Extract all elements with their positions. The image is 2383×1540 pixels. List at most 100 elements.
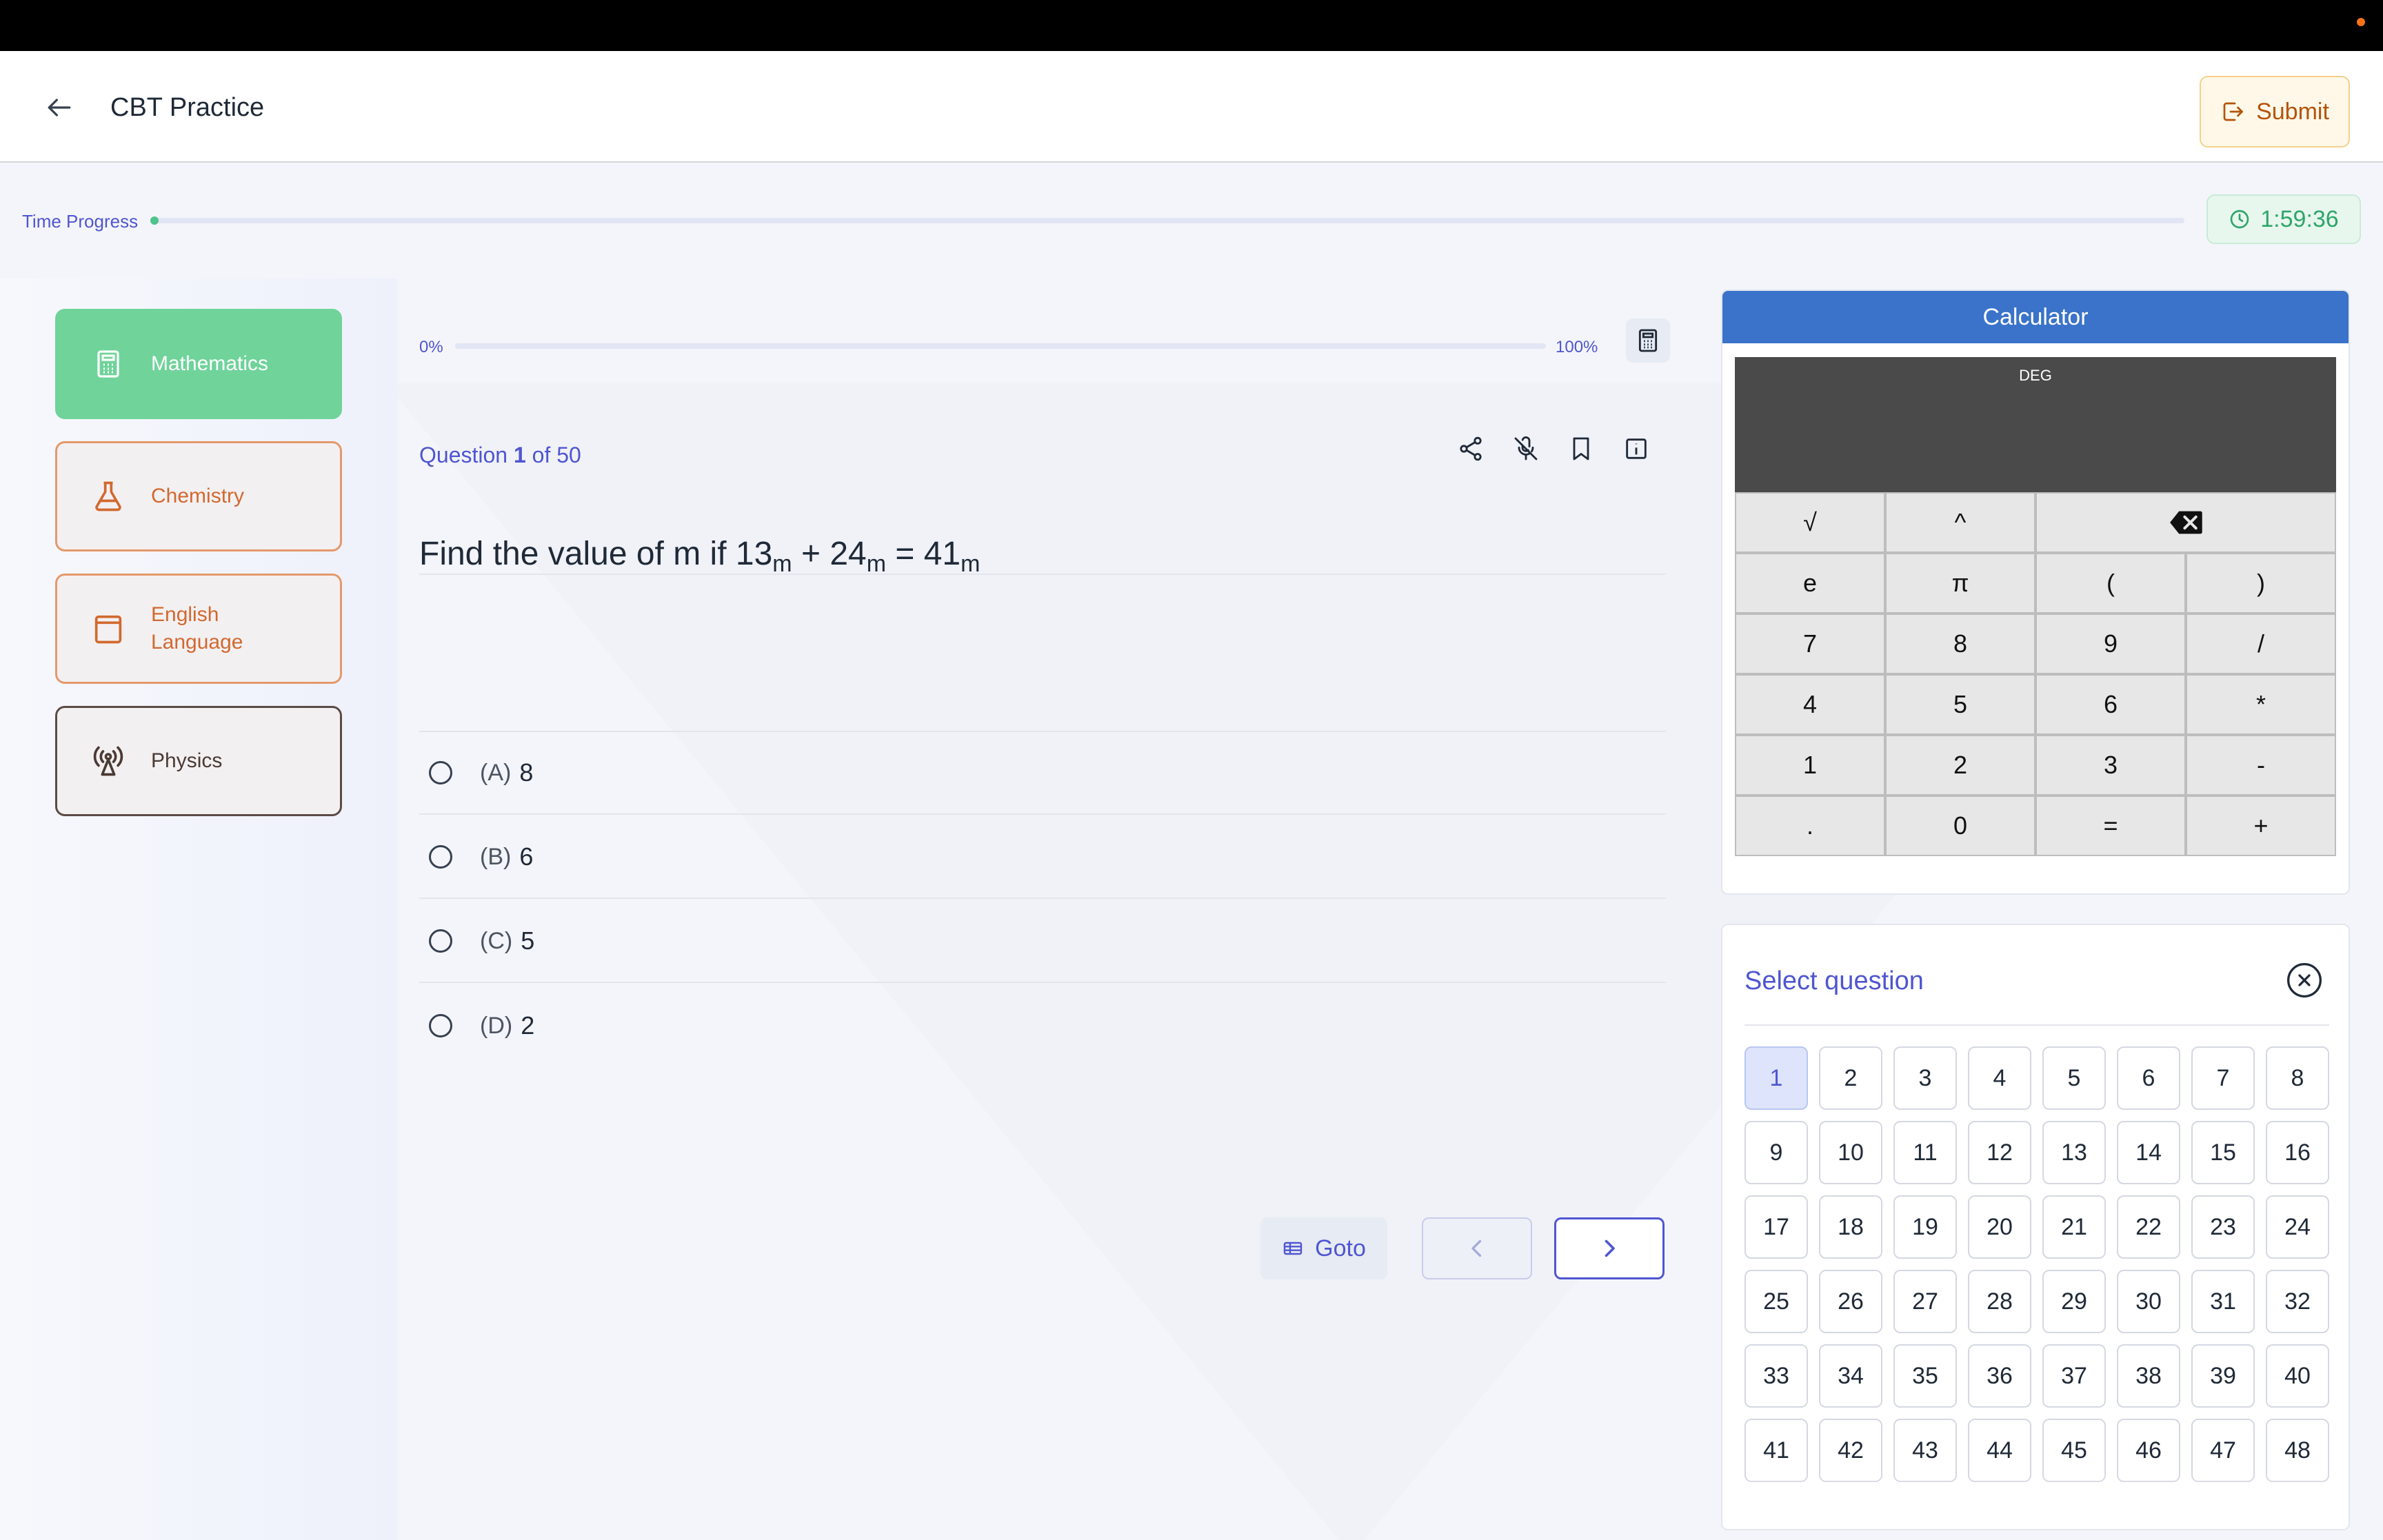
question-number-button[interactable]: 22	[2117, 1195, 2180, 1259]
close-button[interactable]	[2285, 961, 2324, 1000]
radio-button[interactable]	[429, 761, 452, 784]
option-value: 5	[521, 926, 535, 955]
submit-button[interactable]: Submit	[2200, 76, 2350, 148]
question-number-button[interactable]: 9	[1744, 1121, 1808, 1184]
question-number-button[interactable]: 23	[2191, 1195, 2255, 1259]
question-number-button[interactable]: 36	[1968, 1344, 2031, 1408]
question-number-button[interactable]: 7	[2191, 1046, 2255, 1110]
key-power[interactable]: ^	[1885, 492, 2035, 553]
question-number-button[interactable]: 31	[2191, 1270, 2255, 1333]
key-sqrt[interactable]: √	[1735, 492, 1885, 553]
key-subtract[interactable]: -	[2186, 735, 2336, 796]
question-number-button[interactable]: 1	[1744, 1046, 1808, 1110]
question-number-button[interactable]: 12	[1968, 1121, 2031, 1184]
key-0[interactable]: 0	[1885, 796, 2035, 856]
key-e[interactable]: e	[1735, 553, 1885, 614]
option-a[interactable]: (A) 8	[419, 732, 1666, 815]
question-number-button[interactable]: 35	[1893, 1344, 1957, 1408]
grid-icon	[1283, 1242, 1303, 1255]
key-divide[interactable]: /	[2186, 614, 2336, 674]
question-number-button[interactable]: 48	[2266, 1419, 2329, 1482]
question-number-button[interactable]: 17	[1744, 1195, 1808, 1259]
radio-button[interactable]	[429, 845, 452, 869]
option-d[interactable]: (D) 2	[419, 984, 1666, 1067]
question-number-button[interactable]: 11	[1893, 1121, 1957, 1184]
question-number-button[interactable]: 42	[1819, 1419, 1882, 1482]
question-number-button[interactable]: 46	[2117, 1419, 2180, 1482]
back-button[interactable]	[40, 91, 79, 124]
question-number-button[interactable]: 34	[1819, 1344, 1882, 1408]
question-number-button[interactable]: 29	[2042, 1270, 2106, 1333]
previous-button[interactable]	[1422, 1217, 1532, 1279]
key-close-paren[interactable]: )	[2186, 553, 2336, 614]
question-number-button[interactable]: 3	[1893, 1046, 1957, 1110]
info-button[interactable]	[1619, 432, 1653, 466]
question-number-button[interactable]: 38	[2117, 1344, 2180, 1408]
question-number-button[interactable]: 32	[2266, 1270, 2329, 1333]
question-number-button[interactable]: 19	[1893, 1195, 1957, 1259]
key-6[interactable]: 6	[2035, 674, 2186, 735]
calculator-toggle-button[interactable]	[1626, 318, 1670, 363]
key-pi[interactable]: π	[1885, 553, 2035, 614]
key-equals[interactable]: =	[2035, 796, 2186, 856]
option-b[interactable]: (B) 6	[419, 816, 1666, 899]
question-number-button[interactable]: 33	[1744, 1344, 1808, 1408]
question-number-button[interactable]: 40	[2266, 1344, 2329, 1408]
question-number-button[interactable]: 10	[1819, 1121, 1882, 1184]
question-number-button[interactable]: 47	[2191, 1419, 2255, 1482]
progress-end-label: 100%	[1556, 338, 1598, 356]
question-number-button[interactable]: 2	[1819, 1046, 1882, 1110]
key-5[interactable]: 5	[1885, 674, 2035, 735]
question-number-button[interactable]: 26	[1819, 1270, 1882, 1333]
key-multiply[interactable]: *	[2186, 674, 2336, 735]
question-number-button[interactable]: 45	[2042, 1419, 2106, 1482]
question-number-button[interactable]: 39	[2191, 1344, 2255, 1408]
key-1[interactable]: 1	[1735, 735, 1885, 796]
key-open-paren[interactable]: (	[2035, 553, 2186, 614]
key-2[interactable]: 2	[1885, 735, 2035, 796]
next-button[interactable]	[1554, 1217, 1665, 1279]
question-number-button[interactable]: 25	[1744, 1270, 1808, 1333]
question-number-button[interactable]: 30	[2117, 1270, 2180, 1333]
mute-button[interactable]	[1509, 432, 1543, 466]
share-button[interactable]	[1454, 432, 1488, 466]
radio-button[interactable]	[429, 929, 452, 953]
question-number-button[interactable]: 13	[2042, 1121, 2106, 1184]
key-add[interactable]: +	[2186, 796, 2336, 856]
goto-button[interactable]: Goto	[1260, 1217, 1387, 1279]
question-number-button[interactable]: 18	[1819, 1195, 1882, 1259]
question-number-button[interactable]: 21	[2042, 1195, 2106, 1259]
question-subscript: m	[961, 551, 981, 577]
key-9[interactable]: 9	[2035, 614, 2186, 674]
question-number-button[interactable]: 8	[2266, 1046, 2329, 1110]
question-number-button[interactable]: 43	[1893, 1419, 1957, 1482]
subject-physics[interactable]: Physics	[55, 706, 342, 816]
bookmark-button[interactable]	[1564, 432, 1598, 466]
key-backspace[interactable]	[2035, 492, 2336, 553]
question-number-button[interactable]: 41	[1744, 1419, 1808, 1482]
question-number-button[interactable]: 44	[1968, 1419, 2031, 1482]
question-number-button[interactable]: 14	[2117, 1121, 2180, 1184]
key-decimal[interactable]: .	[1735, 796, 1885, 856]
question-selector-divider	[1744, 1024, 2329, 1026]
question-number-button[interactable]: 6	[2117, 1046, 2180, 1110]
key-7[interactable]: 7	[1735, 614, 1885, 674]
key-8[interactable]: 8	[1885, 614, 2035, 674]
question-number-button[interactable]: 27	[1893, 1270, 1957, 1333]
question-number-button[interactable]: 5	[2042, 1046, 2106, 1110]
question-number-button[interactable]: 24	[2266, 1195, 2329, 1259]
question-number-button[interactable]: 20	[1968, 1195, 2031, 1259]
key-3[interactable]: 3	[2035, 735, 2186, 796]
question-number-button[interactable]: 15	[2191, 1121, 2255, 1184]
question-number-button[interactable]: 4	[1968, 1046, 2031, 1110]
radio-button[interactable]	[429, 1014, 452, 1037]
subject-chemistry[interactable]: Chemistry	[55, 441, 342, 551]
subject-mathematics[interactable]: Mathematics	[55, 309, 342, 419]
key-4[interactable]: 4	[1735, 674, 1885, 735]
book-icon	[90, 611, 126, 647]
question-number-button[interactable]: 37	[2042, 1344, 2106, 1408]
subject-english-language[interactable]: English Language	[55, 574, 342, 684]
question-number-button[interactable]: 16	[2266, 1121, 2329, 1184]
question-number-button[interactable]: 28	[1968, 1270, 2031, 1333]
option-c[interactable]: (C) 5	[419, 900, 1666, 983]
